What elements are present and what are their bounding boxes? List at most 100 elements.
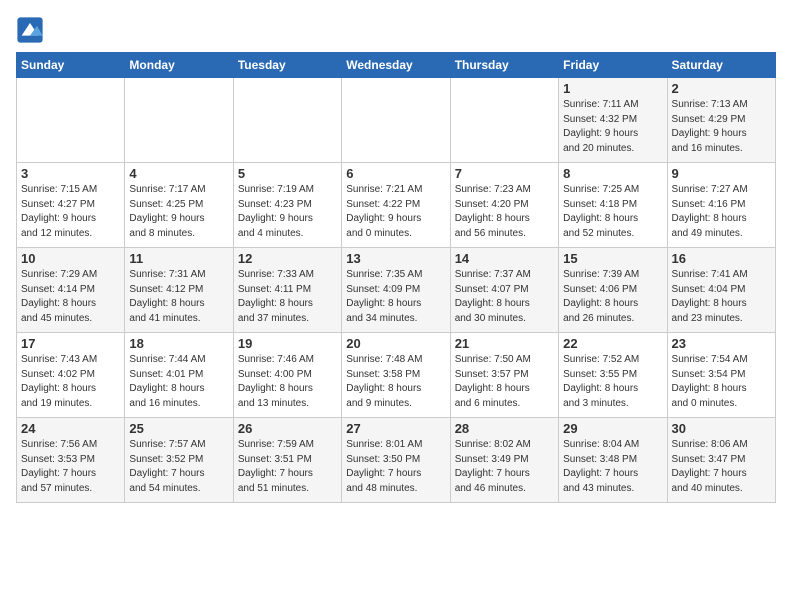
- day-number: 26: [238, 421, 337, 436]
- day-number: 19: [238, 336, 337, 351]
- day-number: 25: [129, 421, 228, 436]
- calendar-cell: 30 Sunrise: 8:06 AM Sunset: 3:47 PM Dayli…: [667, 418, 775, 503]
- calendar-cell: [17, 78, 125, 163]
- logo-icon: [16, 16, 44, 44]
- calendar-cell: 26 Sunrise: 7:59 AM Sunset: 3:51 PM Dayli…: [233, 418, 341, 503]
- calendar-week-5: 24 Sunrise: 7:56 AM Sunset: 3:53 PM Dayli…: [17, 418, 776, 503]
- day-info: Sunrise: 7:52 AM Sunset: 3:55 PM Dayligh…: [563, 353, 662, 411]
- day-number: 22: [563, 336, 662, 351]
- calendar-cell: 1Sunrise: 7:11 AM Sunset: 4:32 PM Daylig…: [559, 78, 667, 163]
- day-number: 23: [672, 336, 771, 351]
- day-number: 3: [21, 166, 120, 181]
- day-number: 5: [238, 166, 337, 181]
- calendar-header-friday: Friday: [559, 53, 667, 78]
- calendar-cell: 20 Sunrise: 7:48 AM Sunset: 3:58 PM Dayli…: [342, 333, 450, 418]
- day-number: 8: [563, 166, 662, 181]
- calendar-cell: 28 Sunrise: 8:02 AM Sunset: 3:49 PM Dayli…: [450, 418, 558, 503]
- day-number: 18: [129, 336, 228, 351]
- day-info: Sunrise: 8:02 AM Sunset: 3:49 PM Dayligh…: [455, 438, 554, 496]
- day-number: 20: [346, 336, 445, 351]
- day-number: 27: [346, 421, 445, 436]
- calendar-header-sunday: Sunday: [17, 53, 125, 78]
- day-number: 29: [563, 421, 662, 436]
- day-number: 14: [455, 251, 554, 266]
- calendar-cell: 21 Sunrise: 7:50 AM Sunset: 3:57 PM Dayli…: [450, 333, 558, 418]
- calendar-table: SundayMondayTuesdayWednesdayThursdayFrid…: [16, 52, 776, 503]
- calendar-header-saturday: Saturday: [667, 53, 775, 78]
- day-info: Sunrise: 7:13 AM Sunset: 4:29 PM Dayligh…: [672, 98, 771, 156]
- calendar-cell: 14 Sunrise: 7:37 AM Sunset: 4:07 PM Dayli…: [450, 248, 558, 333]
- day-info: Sunrise: 7:35 AM Sunset: 4:09 PM Dayligh…: [346, 268, 445, 326]
- calendar-cell: 5Sunrise: 7:19 AM Sunset: 4:23 PM Daylig…: [233, 163, 341, 248]
- calendar-cell: 17 Sunrise: 7:43 AM Sunset: 4:02 PM Dayli…: [17, 333, 125, 418]
- calendar-header-thursday: Thursday: [450, 53, 558, 78]
- calendar-cell: 16Sunrise: 7:41 AM Sunset: 4:04 PM Dayli…: [667, 248, 775, 333]
- day-info: Sunrise: 7:41 AM Sunset: 4:04 PM Dayligh…: [672, 268, 771, 326]
- page-header: [16, 16, 776, 44]
- calendar-cell: 25Sunrise: 7:57 AM Sunset: 3:52 PM Dayli…: [125, 418, 233, 503]
- calendar-cell: 3 Sunrise: 7:15 AM Sunset: 4:27 PM Daylig…: [17, 163, 125, 248]
- day-info: Sunrise: 7:56 AM Sunset: 3:53 PM Dayligh…: [21, 438, 120, 496]
- day-info: Sunrise: 7:29 AM Sunset: 4:14 PM Dayligh…: [21, 268, 120, 326]
- calendar-cell: [342, 78, 450, 163]
- calendar-cell: 8 Sunrise: 7:25 AM Sunset: 4:18 PM Daylig…: [559, 163, 667, 248]
- day-info: Sunrise: 7:50 AM Sunset: 3:57 PM Dayligh…: [455, 353, 554, 411]
- day-number: 9: [672, 166, 771, 181]
- calendar-cell: 29 Sunrise: 8:04 AM Sunset: 3:48 PM Dayli…: [559, 418, 667, 503]
- day-info: Sunrise: 8:06 AM Sunset: 3:47 PM Dayligh…: [672, 438, 771, 496]
- calendar-header-row: SundayMondayTuesdayWednesdayThursdayFrid…: [17, 53, 776, 78]
- calendar-cell: 23 Sunrise: 7:54 AM Sunset: 3:54 PM Dayli…: [667, 333, 775, 418]
- calendar-cell: [125, 78, 233, 163]
- day-number: 7: [455, 166, 554, 181]
- calendar-cell: 6 Sunrise: 7:21 AM Sunset: 4:22 PM Daylig…: [342, 163, 450, 248]
- day-number: 15: [563, 251, 662, 266]
- calendar-cell: 19 Sunrise: 7:46 AM Sunset: 4:00 PM Dayli…: [233, 333, 341, 418]
- calendar-cell: [233, 78, 341, 163]
- calendar-cell: 10Sunrise: 7:29 AM Sunset: 4:14 PM Dayli…: [17, 248, 125, 333]
- day-number: 30: [672, 421, 771, 436]
- calendar-cell: 9 Sunrise: 7:27 AM Sunset: 4:16 PM Daylig…: [667, 163, 775, 248]
- day-info: Sunrise: 7:37 AM Sunset: 4:07 PM Dayligh…: [455, 268, 554, 326]
- day-info: Sunrise: 7:27 AM Sunset: 4:16 PM Dayligh…: [672, 183, 771, 241]
- calendar-header-monday: Monday: [125, 53, 233, 78]
- day-number: 12: [238, 251, 337, 266]
- day-info: Sunrise: 7:59 AM Sunset: 3:51 PM Dayligh…: [238, 438, 337, 496]
- calendar-cell: [450, 78, 558, 163]
- calendar-cell: 4 Sunrise: 7:17 AM Sunset: 4:25 PM Daylig…: [125, 163, 233, 248]
- day-info: Sunrise: 8:04 AM Sunset: 3:48 PM Dayligh…: [563, 438, 662, 496]
- day-info: Sunrise: 7:43 AM Sunset: 4:02 PM Dayligh…: [21, 353, 120, 411]
- calendar-cell: 22 Sunrise: 7:52 AM Sunset: 3:55 PM Dayli…: [559, 333, 667, 418]
- calendar-cell: 24 Sunrise: 7:56 AM Sunset: 3:53 PM Dayli…: [17, 418, 125, 503]
- day-info: Sunrise: 7:44 AM Sunset: 4:01 PM Dayligh…: [129, 353, 228, 411]
- day-info: Sunrise: 7:33 AM Sunset: 4:11 PM Dayligh…: [238, 268, 337, 326]
- calendar-cell: 15Sunrise: 7:39 AM Sunset: 4:06 PM Dayli…: [559, 248, 667, 333]
- calendar-cell: 11Sunrise: 7:31 AM Sunset: 4:12 PM Dayli…: [125, 248, 233, 333]
- day-info: Sunrise: 7:31 AM Sunset: 4:12 PM Dayligh…: [129, 268, 228, 326]
- calendar-week-2: 3 Sunrise: 7:15 AM Sunset: 4:27 PM Daylig…: [17, 163, 776, 248]
- day-info: Sunrise: 7:17 AM Sunset: 4:25 PM Dayligh…: [129, 183, 228, 241]
- day-number: 28: [455, 421, 554, 436]
- day-info: Sunrise: 7:25 AM Sunset: 4:18 PM Dayligh…: [563, 183, 662, 241]
- calendar-cell: 27 Sunrise: 8:01 AM Sunset: 3:50 PM Dayli…: [342, 418, 450, 503]
- calendar-header-tuesday: Tuesday: [233, 53, 341, 78]
- day-info: Sunrise: 7:15 AM Sunset: 4:27 PM Dayligh…: [21, 183, 120, 241]
- day-number: 21: [455, 336, 554, 351]
- day-info: Sunrise: 8:01 AM Sunset: 3:50 PM Dayligh…: [346, 438, 445, 496]
- calendar-header-wednesday: Wednesday: [342, 53, 450, 78]
- day-number: 17: [21, 336, 120, 351]
- calendar-cell: 12 Sunrise: 7:33 AM Sunset: 4:11 PM Dayli…: [233, 248, 341, 333]
- day-info: Sunrise: 7:54 AM Sunset: 3:54 PM Dayligh…: [672, 353, 771, 411]
- calendar-week-1: 1Sunrise: 7:11 AM Sunset: 4:32 PM Daylig…: [17, 78, 776, 163]
- day-number: 2: [672, 81, 771, 96]
- day-info: Sunrise: 7:48 AM Sunset: 3:58 PM Dayligh…: [346, 353, 445, 411]
- day-number: 6: [346, 166, 445, 181]
- day-info: Sunrise: 7:21 AM Sunset: 4:22 PM Dayligh…: [346, 183, 445, 241]
- calendar-cell: 7 Sunrise: 7:23 AM Sunset: 4:20 PM Daylig…: [450, 163, 558, 248]
- day-number: 13: [346, 251, 445, 266]
- day-info: Sunrise: 7:46 AM Sunset: 4:00 PM Dayligh…: [238, 353, 337, 411]
- day-number: 24: [21, 421, 120, 436]
- calendar-cell: 18 Sunrise: 7:44 AM Sunset: 4:01 PM Dayli…: [125, 333, 233, 418]
- day-number: 4: [129, 166, 228, 181]
- day-info: Sunrise: 7:23 AM Sunset: 4:20 PM Dayligh…: [455, 183, 554, 241]
- calendar-week-4: 17 Sunrise: 7:43 AM Sunset: 4:02 PM Dayli…: [17, 333, 776, 418]
